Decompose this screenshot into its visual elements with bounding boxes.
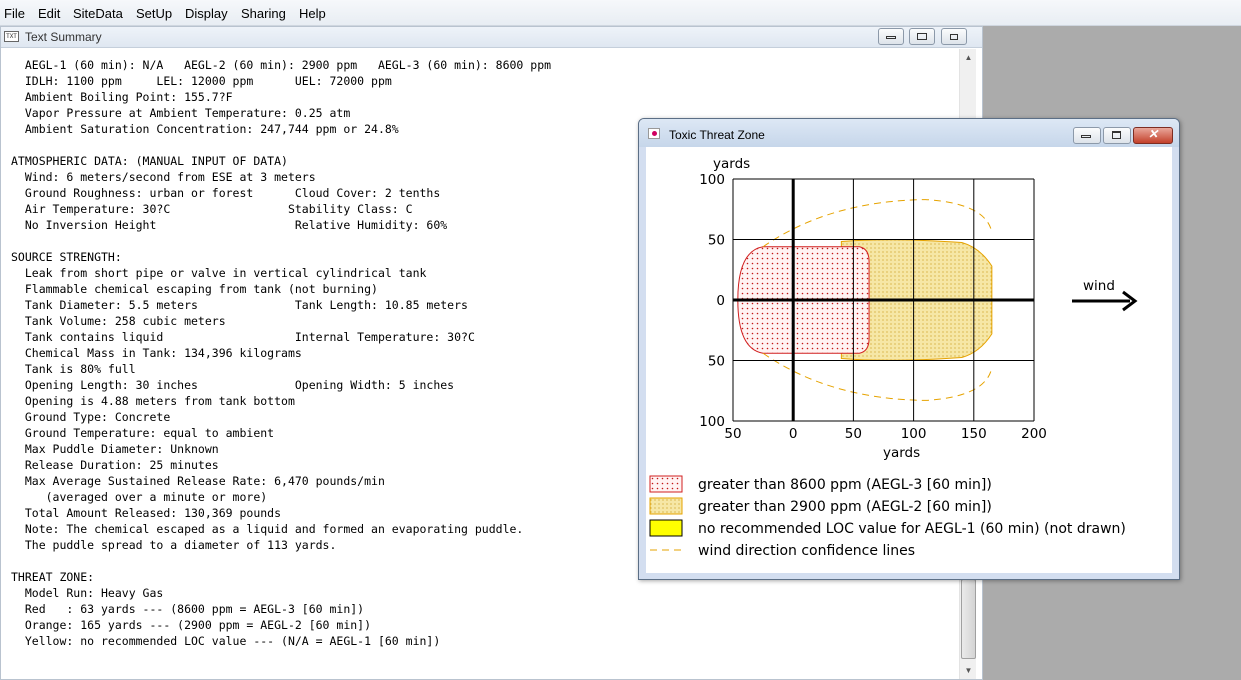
- threat-window-icon: [648, 128, 660, 139]
- legend-label: greater than 2900 ppm (AEGL-2 [60 min]): [698, 499, 992, 515]
- maximize-icon: [1112, 131, 1121, 139]
- text-window-icon: TXT: [4, 31, 19, 42]
- minimize-icon: [1081, 135, 1091, 138]
- legend-label: wind direction confidence lines: [698, 543, 915, 559]
- summary-line: Wind: 6 meters/second from ESE at 3 mete…: [11, 170, 316, 184]
- summary-line: Orange: 165 yards --- (2900 ppm = AEGL-2…: [11, 618, 372, 632]
- summary-line: Tank Volume: 258 cubic meters: [11, 314, 226, 328]
- summary-line: No Inversion Height Relative Humidity: 6…: [11, 218, 448, 232]
- legend-label: no recommended LOC value for AEGL-1 (60 …: [698, 521, 1126, 537]
- summary-line: Max Average Sustained Release Rate: 6,47…: [11, 474, 385, 488]
- x-tick-label: 0: [789, 426, 798, 442]
- legend: greater than 8600 ppm (AEGL-3 [60 min]) g…: [649, 475, 1126, 559]
- toxic-threat-zone-titlebar[interactable]: Toxic Threat Zone ✕: [639, 119, 1179, 147]
- summary-line: [11, 553, 551, 569]
- summary-line: Ground Temperature: equal to ambient: [11, 426, 275, 440]
- summary-line: The puddle spread to a diameter of 113 y…: [11, 538, 337, 552]
- x-tick-label: 150: [961, 426, 987, 442]
- summary-line: ATMOSPHERIC DATA: (MANUAL INPUT OF DATA): [11, 154, 288, 168]
- y-tick-label: 0: [716, 293, 725, 309]
- toxic-threat-zone-title: Toxic Threat Zone: [669, 128, 765, 142]
- legend-label: greater than 8600 ppm (AEGL-3 [60 min]): [698, 477, 992, 493]
- summary-line: (averaged over a minute or more): [11, 490, 268, 504]
- x-axis-label: yards: [883, 445, 920, 461]
- y-tick-label: 50: [708, 233, 725, 249]
- scrollbar-thumb[interactable]: [961, 579, 976, 659]
- summary-line: Chemical Mass in Tank: 134,396 kilograms: [11, 346, 302, 360]
- summary-line: [11, 137, 551, 153]
- x-tick-label: 200: [1021, 426, 1047, 442]
- text-summary-title: Text Summary: [25, 30, 102, 44]
- threat-zone-plot: 50 0 50 100 150 20010050050100yardsyardswind …: [649, 156, 1138, 559]
- legend-swatch-aegl-2: [649, 497, 683, 515]
- legend-swatch-aegl-1: [649, 519, 683, 537]
- restore-icon: [917, 33, 927, 40]
- menu-sitedata[interactable]: SiteData: [73, 6, 123, 21]
- threat-close-button[interactable]: ✕: [1133, 127, 1173, 144]
- summary-line: Ambient Boiling Point: 155.7?F: [11, 90, 233, 104]
- close-button[interactable]: [941, 28, 967, 45]
- summary-line: Vapor Pressure at Ambient Temperature: 0…: [11, 106, 351, 120]
- wind-label: wind: [1083, 278, 1115, 294]
- y-tick-label: 50: [708, 354, 725, 370]
- summary-line: Max Puddle Diameter: Unknown: [11, 442, 219, 456]
- y-tick-label: 100: [699, 172, 725, 188]
- scroll-down-arrow-icon[interactable]: ▼: [960, 662, 977, 679]
- x-tick-label: 100: [901, 426, 927, 442]
- summary-line: SOURCE STRENGTH:: [11, 250, 122, 264]
- summary-line: Tank contains liquid Internal Temperatur…: [11, 330, 475, 344]
- minimize-icon: [886, 36, 896, 39]
- close-icon: [950, 34, 958, 40]
- summary-line: THREAT ZONE:: [11, 570, 95, 584]
- close-icon: ✕: [1147, 127, 1159, 141]
- restore-button[interactable]: [909, 28, 935, 45]
- text-summary-content: AEGL-1 (60 min): N/A AEGL-2 (60 min): 29…: [11, 57, 551, 649]
- menu-edit[interactable]: Edit: [38, 6, 60, 21]
- summary-line: IDLH: 1100 ppm LEL: 12000 ppm UEL: 72000…: [11, 74, 392, 88]
- scroll-up-arrow-icon[interactable]: ▲: [960, 49, 977, 66]
- summary-line: AEGL-1 (60 min): N/A AEGL-2 (60 min): 29…: [11, 58, 552, 72]
- summary-line: Air Temperature: 30?C Stability Class: C: [11, 202, 413, 216]
- x-tick-label: 50: [845, 426, 862, 442]
- y-tick-label: 100: [699, 414, 725, 430]
- summary-line: Red : 63 yards --- (8600 ppm = AEGL-3 [6…: [11, 602, 365, 616]
- minimize-button[interactable]: [878, 28, 904, 45]
- summary-line: Opening is 4.88 meters from tank bottom: [11, 394, 295, 408]
- summary-line: Yellow: no recommended LOC value --- (N/…: [11, 634, 441, 648]
- text-summary-titlebar[interactable]: TXT Text Summary: [1, 27, 982, 48]
- summary-line: Model Run: Heavy Gas: [11, 586, 164, 600]
- summary-line: Flammable chemical escaping from tank (n…: [11, 282, 378, 296]
- summary-line: [11, 233, 551, 249]
- threat-maximize-button[interactable]: [1103, 127, 1131, 144]
- summary-line: Opening Length: 30 inches Opening Width:…: [11, 378, 455, 392]
- summary-line: Total Amount Released: 130,369 pounds: [11, 506, 282, 520]
- menu-help[interactable]: Help: [299, 6, 326, 21]
- summary-line: Note: The chemical escaped as a liquid a…: [11, 522, 524, 536]
- summary-line: Ambient Saturation Concentration: 247,74…: [11, 122, 399, 136]
- x-tick-label: 50: [724, 426, 741, 442]
- menu-bar: File Edit SiteData SetUp Display Sharing…: [0, 0, 1241, 26]
- summary-line: Ground Roughness: urban or forest Cloud …: [11, 186, 441, 200]
- threat-plot-area: 50 0 50 100 150 200 100 50 0 50 100 yards yards wind …: [646, 147, 1172, 573]
- menu-file[interactable]: File: [4, 6, 25, 21]
- legend-swatch-aegl-3: [649, 475, 683, 493]
- menu-setup[interactable]: SetUp: [136, 6, 172, 21]
- summary-line: Release Duration: 25 minutes: [11, 458, 219, 472]
- chart-layer: 50 0 50 100 150 20010050050100yardsyardswind: [699, 156, 1138, 461]
- y-axis-label: yards: [713, 156, 750, 172]
- menu-display[interactable]: Display: [185, 6, 228, 21]
- summary-line: Tank Diameter: 5.5 meters Tank Length: 1…: [11, 298, 468, 312]
- threat-minimize-button[interactable]: [1073, 127, 1101, 144]
- summary-line: Tank is 80% full: [11, 362, 136, 376]
- summary-line: Ground Type: Concrete: [11, 410, 171, 424]
- toxic-threat-zone-window: Toxic Threat Zone ✕ 50 0 50 100 150 200 100 50 0…: [638, 118, 1180, 580]
- menu-sharing[interactable]: Sharing: [241, 6, 286, 21]
- summary-line: Leak from short pipe or valve in vertica…: [11, 266, 427, 280]
